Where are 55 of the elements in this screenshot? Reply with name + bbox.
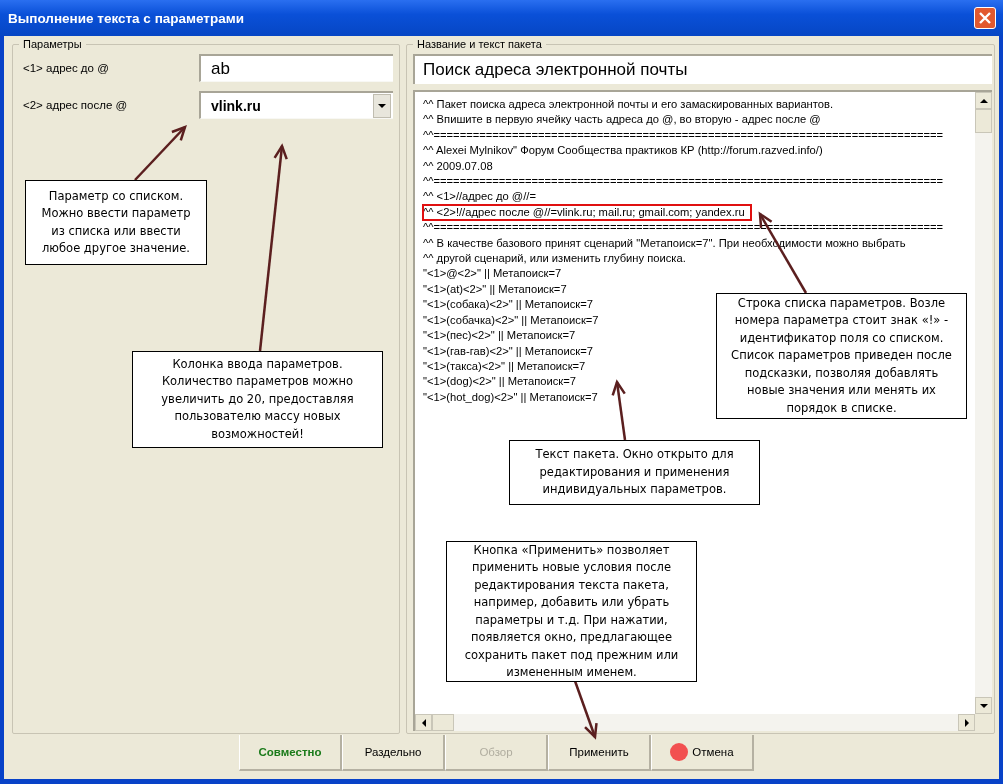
text-line: ^^============================================================================== xyxy=(423,174,944,190)
stop-icon xyxy=(670,743,689,761)
callout-note: Кнопка «Применить» позволяет применить новые условия после редактирования текста пакета, например, добавить или убрать параметры и т.д. При нажатии, появляется окно, предлагающее сохранить пакет под прежним или измененным именем. xyxy=(446,541,697,682)
scroll-left-button[interactable] xyxy=(415,714,432,731)
scrollbar-corner xyxy=(975,714,992,731)
text-line: "<1>@<2>" || Метапоиск=7 xyxy=(423,266,562,282)
parameter-label: <1> адрес до @ xyxy=(22,62,110,74)
dialog-button[interactable]: Отмена xyxy=(651,735,754,771)
left-arrow-icon xyxy=(421,718,426,727)
callout-arrow xyxy=(134,124,187,181)
text-line: ^^ 2009.07.08 xyxy=(423,158,493,174)
text-line: ^^ Alexei Mylnikov" Форум Сообщества практиков КР (http://forum.razved.info/) xyxy=(423,143,823,159)
text-line: "<1>(гав-гав)<2>" || Метапоиск=7 xyxy=(423,343,593,359)
horizontal-scrollbar[interactable] xyxy=(415,714,975,731)
text-line: ^^============================================================================== xyxy=(423,127,944,143)
text-line: "<1>(at)<2>" || Метапоиск=7 xyxy=(423,281,567,297)
dialog-button[interactable]: Раздельно xyxy=(342,735,445,771)
close-icon xyxy=(979,12,991,24)
text-line: "<1>(собака)<2>" || Метапоиск=7 xyxy=(423,297,593,313)
dropdown-button[interactable] xyxy=(373,93,391,118)
vertical-scrollbar[interactable] xyxy=(975,92,992,714)
callout-arrow xyxy=(611,379,627,441)
callout-note: Строка списка параметров. Возле номера параметра стоит знак «!» - идентификатор поля со списком. Список параметров приведен после подсказки, позволяя добавлять новые значения или менять их порядок в списке. xyxy=(716,293,967,419)
window-title: Выполнение текста с параметрами xyxy=(8,10,244,26)
text-line: "<1>(такса)<2>" || Метапоиск=7 xyxy=(423,358,586,374)
text-line: ^^ другой сценарий, или изменить глубину поиска. xyxy=(423,251,686,267)
text-line: "<1>(dog)<2>" || Метапоиск=7 xyxy=(423,374,576,390)
group-title: Название и текст пакета xyxy=(416,38,543,50)
scroll-right-button[interactable] xyxy=(958,714,975,731)
callout-arrow xyxy=(573,680,598,740)
up-arrow-icon xyxy=(979,98,988,103)
text-line: ^^ Впишите в первую ячейку часть адреса до @, во вторую - адрес после @ xyxy=(423,112,821,128)
callout-note: Текст пакета. Окно открыто для редактирования и применения индивидуальных параметров. xyxy=(509,440,760,505)
input-field[interactable]: ab xyxy=(199,54,393,82)
callout-note: Колонка ввода параметров. Количество параметров можно увеличить до 20, предоставляя пользователю массу новых возможностей! xyxy=(132,351,383,448)
right-arrow-icon xyxy=(964,718,969,727)
package-name-field[interactable]: Поиск адреса электронной почты xyxy=(413,54,992,84)
text-line: ^^ Пакет поиска адреса электронной почты и его замаскированных вариантов. xyxy=(423,97,834,112)
scroll-thumb[interactable] xyxy=(975,109,992,133)
text-line: ^^ <1>//адрес до @//= xyxy=(423,189,536,205)
scroll-up-button[interactable] xyxy=(975,92,992,109)
text-line: "<1>(собачка)<2>" || Метапоиск=7 xyxy=(423,312,599,328)
caret-icon xyxy=(378,103,386,108)
dialog-button[interactable]: Совместно xyxy=(239,735,342,771)
dialog-button[interactable]: Применить xyxy=(548,735,651,771)
text-line: "<1>(hot_dog)<2>" || Метапоиск=7 xyxy=(423,389,598,405)
scroll-thumb[interactable] xyxy=(432,714,454,731)
combo-box[interactable]: vlink.ru xyxy=(199,91,393,119)
text-line: "<1>(пес)<2>" || Метапоиск=7 xyxy=(423,328,576,344)
close-button[interactable] xyxy=(974,7,996,29)
scroll-down-button[interactable] xyxy=(975,697,992,714)
callout-note: Параметр со списком. Можно ввести параметр из списка или ввести любое другое значение. xyxy=(25,180,207,265)
group-title: Параметры xyxy=(22,38,83,50)
parameter-label: <2> адрес после @ xyxy=(22,99,129,111)
down-arrow-icon xyxy=(979,703,988,708)
